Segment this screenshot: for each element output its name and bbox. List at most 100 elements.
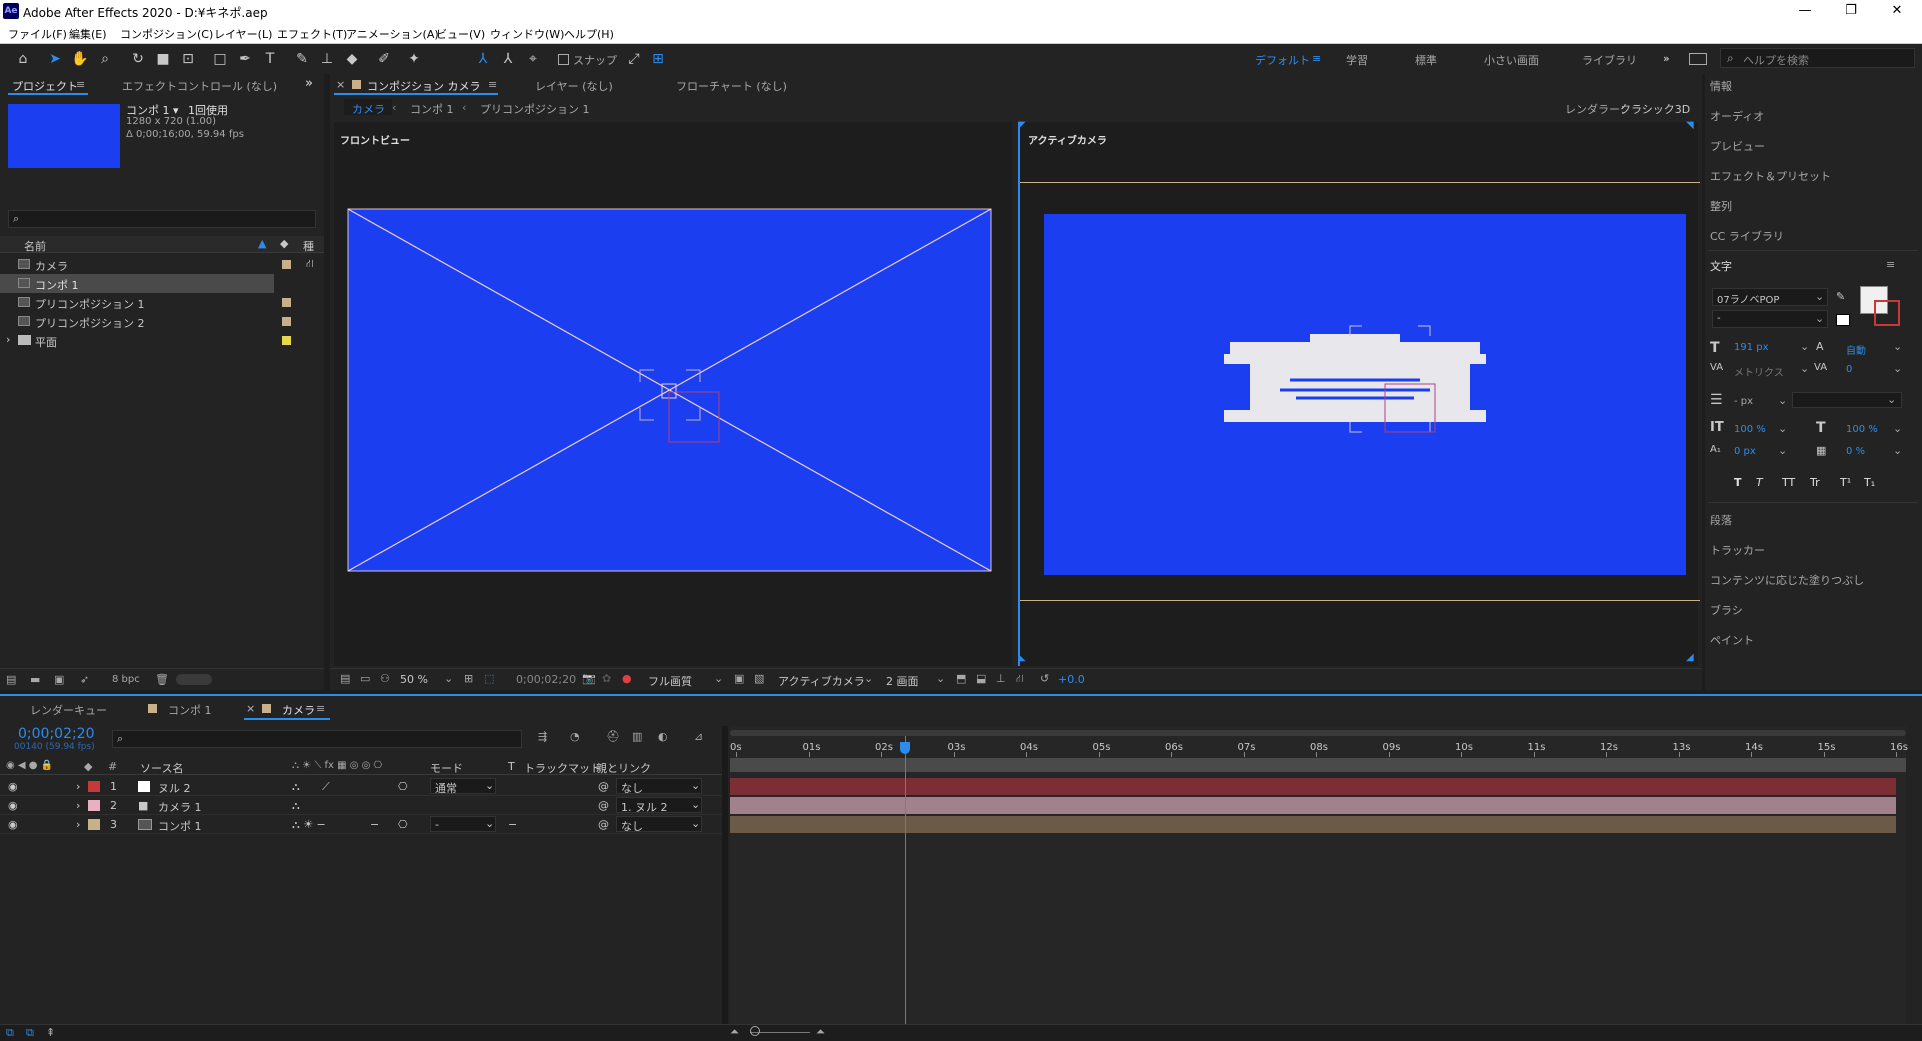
faux-bold-button[interactable]: T bbox=[1734, 476, 1742, 489]
label-tag-icon[interactable]: ◆ bbox=[280, 237, 288, 250]
label-color-swatch[interactable] bbox=[88, 800, 100, 811]
toggle-pixel-aspect-icon[interactable]: ⬒ bbox=[956, 672, 966, 685]
pick-whip-icon[interactable]: @ bbox=[598, 780, 609, 793]
comp-mini-flowchart-icon[interactable]: ⇶ bbox=[538, 730, 547, 743]
tab-menu-icon[interactable]: ≡ bbox=[316, 702, 325, 715]
column-name[interactable]: 名前 bbox=[24, 238, 46, 254]
channel-icon[interactable]: ● bbox=[622, 672, 632, 685]
snapshot-icon[interactable]: 📷 bbox=[582, 672, 596, 685]
sort-ascending-icon[interactable]: ▲ bbox=[258, 237, 266, 250]
motion-blur-switch-icon[interactable]: − bbox=[370, 818, 379, 831]
resolution-dropdown[interactable]: フル画質 bbox=[648, 673, 692, 689]
timeline-search-input[interactable]: ⌕ bbox=[112, 730, 522, 748]
column-parent[interactable]: 親とリンク bbox=[596, 760, 651, 776]
project-search-input[interactable]: ⌕ bbox=[8, 210, 316, 228]
column-mode[interactable]: モード bbox=[430, 760, 463, 776]
faux-italic-button[interactable]: T bbox=[1756, 476, 1763, 489]
shy-switch-icon[interactable]: ⛬ bbox=[292, 780, 300, 794]
flowchart-icon[interactable]: ⛙ bbox=[1016, 672, 1024, 687]
active-camera-viewer[interactable]: アクティブカメラ ◤ ◥ ◣ ◢ bbox=[1018, 120, 1700, 666]
blend-mode-dropdown[interactable]: - ⌄ bbox=[430, 816, 496, 832]
work-area-bar[interactable] bbox=[730, 730, 1906, 736]
reset-exposure-icon[interactable]: ↺ bbox=[1040, 672, 1049, 685]
playhead[interactable] bbox=[904, 736, 906, 1026]
minimize-icon[interactable]: — bbox=[1782, 0, 1828, 22]
layer-name[interactable]: ヌル 2 bbox=[158, 780, 191, 796]
workspace-menu-icon[interactable]: ≡ bbox=[1312, 52, 1321, 65]
toggle-in-out-icon[interactable]: ⇞ bbox=[46, 1026, 55, 1039]
roto-brush-tool-icon[interactable]: ✐ bbox=[374, 49, 394, 69]
panel-effects-presets[interactable]: エフェクト＆プリセット bbox=[1710, 168, 1910, 184]
selection-tool-icon[interactable]: ➤ bbox=[45, 49, 65, 69]
label-color-swatch[interactable] bbox=[282, 260, 291, 269]
superscript-button[interactable]: T¹ bbox=[1840, 476, 1851, 489]
panel-align[interactable]: 整列 bbox=[1710, 198, 1910, 214]
chevron-down-icon[interactable]: ⌄ bbox=[1893, 444, 1902, 457]
type-tool-icon[interactable]: T bbox=[260, 49, 280, 69]
label-color-swatch[interactable] bbox=[282, 298, 291, 307]
render-range-bar[interactable] bbox=[730, 758, 1906, 772]
menu-effect[interactable]: エフェクト(T) bbox=[277, 26, 347, 42]
stroke-color-swatch[interactable] bbox=[1874, 300, 1900, 326]
panel-brushes[interactable]: ブラシ bbox=[1710, 602, 1910, 618]
view-axis-icon[interactable]: ⌖ bbox=[523, 49, 543, 69]
tab-layer[interactable]: レイヤー (なし) bbox=[535, 78, 613, 94]
workspace-overflow-icon[interactable]: » bbox=[1663, 52, 1670, 65]
panel-menu-icon[interactable]: ≡ bbox=[1886, 258, 1895, 271]
menu-composition[interactable]: コンポジション(C) bbox=[120, 26, 213, 42]
zoom-out-icon[interactable]: ⏶ bbox=[730, 1025, 739, 1039]
thumbnail-slider[interactable] bbox=[176, 674, 212, 685]
toggle-modes-icon[interactable]: ⧉ bbox=[26, 1026, 34, 1040]
breadcrumb-active[interactable]: カメラ bbox=[344, 99, 392, 116]
rectangle-tool-icon[interactable]: □ bbox=[210, 49, 230, 69]
tab-render-queue[interactable]: レンダーキュー bbox=[30, 702, 107, 718]
camera-tool-icon[interactable]: ■ bbox=[153, 49, 173, 69]
chevron-down-icon[interactable]: ⌄ bbox=[714, 672, 723, 685]
time-ruler[interactable]: 0s 01s 02s 03s 04s 05s 06s 07s 08s 09s 10s 11s 12s 13… bbox=[0, 696, 1922, 757]
chevron-right-icon[interactable]: › bbox=[76, 780, 80, 793]
bit-depth-button[interactable]: 8 bpc bbox=[112, 674, 140, 685]
new-composition-icon[interactable]: ▣ bbox=[54, 673, 64, 686]
transparency-grid-icon[interactable]: ▧ bbox=[754, 672, 764, 685]
chevron-right-icon[interactable]: › bbox=[6, 333, 10, 346]
menu-window[interactable]: ウィンドウ(W) bbox=[490, 26, 564, 42]
rotate-tool-icon[interactable]: ↻ bbox=[128, 49, 148, 69]
shy-layers-icon[interactable]: ⛑ bbox=[606, 730, 620, 743]
front-view-viewer[interactable]: フロントビュー bbox=[334, 122, 1012, 666]
tsume-value[interactable]: 0 % bbox=[1846, 446, 1865, 457]
home-icon[interactable]: ⌂ bbox=[13, 49, 33, 69]
current-time-display[interactable]: 0;00;02;20 bbox=[18, 726, 95, 742]
panel-info[interactable]: 情報 bbox=[1710, 78, 1910, 94]
graph-editor-icon[interactable]: ⊿ bbox=[694, 730, 703, 743]
tab-close-icon[interactable]: × bbox=[336, 78, 345, 91]
column-preserve-transparency[interactable]: T bbox=[508, 760, 515, 773]
eye-icon[interactable]: ◉ bbox=[8, 818, 18, 831]
safe-zones-icon[interactable]: ⊞ bbox=[464, 672, 473, 685]
panel-tracker[interactable]: トラッカー bbox=[1710, 542, 1910, 558]
tab-project-menu-icon[interactable]: ≡ bbox=[76, 78, 85, 91]
pan-behind-tool-icon[interactable]: ⊡ bbox=[178, 49, 198, 69]
tracking-value[interactable]: 0 bbox=[1846, 364, 1852, 375]
chevron-down-icon[interactable]: ⌄ bbox=[1778, 444, 1787, 457]
shy-switch-icon[interactable]: ⛬ ☀ − bbox=[292, 818, 326, 832]
project-item-camera[interactable]: カメラ ⛙ bbox=[0, 255, 324, 274]
panel-content-aware-fill[interactable]: コンテンツに応じた塗りつぶし bbox=[1710, 572, 1910, 588]
label-color-swatch[interactable] bbox=[282, 317, 291, 326]
hand-tool-icon[interactable]: ✋ bbox=[70, 49, 90, 69]
menu-help[interactable]: ヘルプ(H) bbox=[564, 26, 614, 42]
snap-checkbox[interactable] bbox=[558, 54, 569, 65]
set-white-icon[interactable] bbox=[1836, 314, 1850, 326]
label-color-swatch[interactable] bbox=[88, 781, 100, 792]
project-item-comp1[interactable]: コンポ 1 bbox=[0, 274, 274, 293]
viewer-timecode[interactable]: 0;00;02;20 bbox=[516, 673, 576, 686]
menu-edit[interactable]: 編集(E) bbox=[69, 26, 107, 42]
workspace-default[interactable]: デフォルト bbox=[1255, 52, 1310, 68]
eyedropper-icon[interactable]: ✎ bbox=[1836, 290, 1845, 303]
pick-whip-icon[interactable]: @ bbox=[598, 818, 609, 831]
layer-name[interactable]: コンポ 1 bbox=[158, 818, 202, 834]
chevron-down-icon[interactable]: ⌄ bbox=[1778, 422, 1787, 435]
zoom-in-icon[interactable]: ⏶ bbox=[816, 1025, 825, 1039]
pick-whip-icon[interactable]: @ bbox=[598, 799, 609, 812]
menu-file[interactable]: ファイル(F) bbox=[8, 26, 67, 42]
help-search-input[interactable]: ⌕ ヘルプを検索 bbox=[1720, 48, 1915, 68]
